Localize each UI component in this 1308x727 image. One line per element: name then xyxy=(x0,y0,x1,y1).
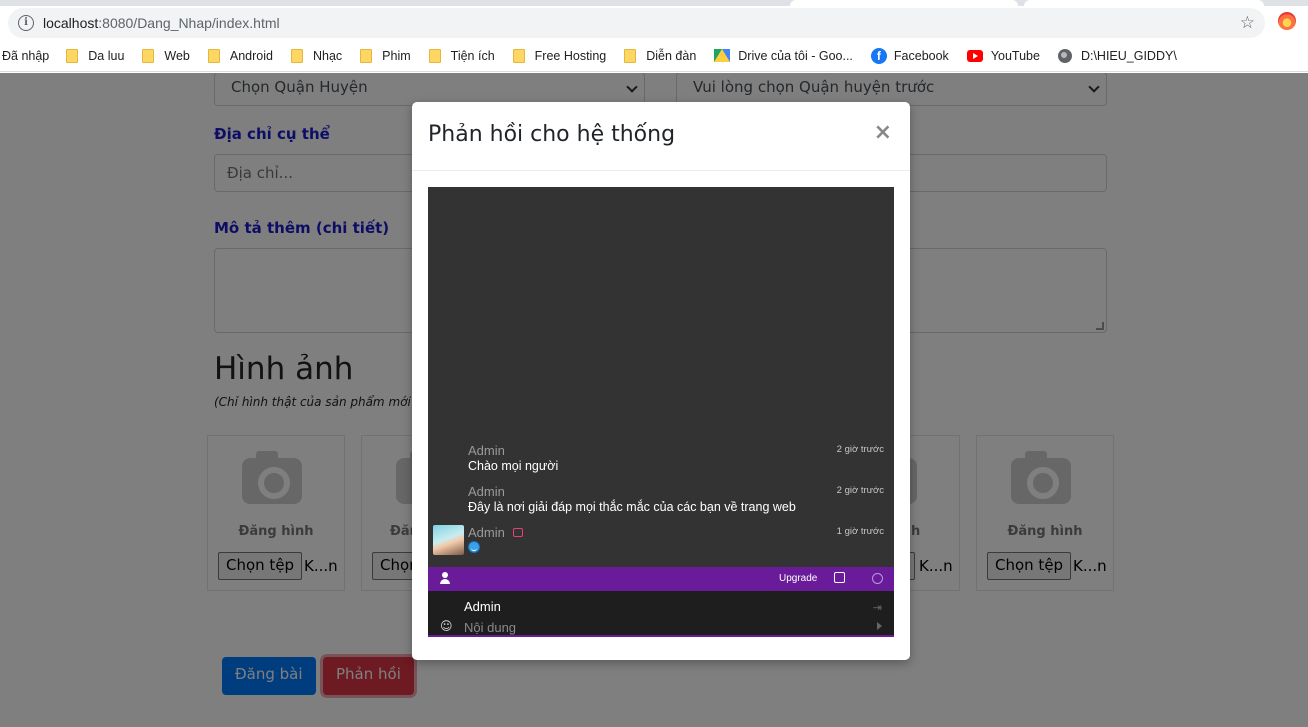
facebook-icon: f xyxy=(870,47,887,64)
bookmark-folder-web[interactable]: Web xyxy=(142,48,190,63)
folder-icon xyxy=(142,48,155,63)
bookmark-folder-nhac[interactable]: Nhạc xyxy=(290,48,343,63)
bookmark-label: Tiện ích xyxy=(450,48,495,63)
bookmark-facebook[interactable]: f Facebook xyxy=(870,47,949,64)
chat-message: Admin Chào mọi người 2 giờ trước xyxy=(468,443,884,473)
message-text: Chào mọi người xyxy=(468,459,559,473)
share-icon[interactable] xyxy=(512,528,523,537)
chat-toolbar: Upgrade xyxy=(428,567,894,591)
user-icon[interactable] xyxy=(440,572,450,584)
bookmark-imported[interactable]: Đã nhập xyxy=(2,49,49,63)
bookmark-label: Nhạc xyxy=(312,48,343,63)
send-icon[interactable] xyxy=(877,622,882,630)
chat-compose: Admin ⇥ ☺ Nội dung xyxy=(428,591,894,637)
modal-title: Phản hồi cho hệ thống xyxy=(428,122,676,147)
message-input[interactable]: Nội dung xyxy=(464,620,516,635)
bookmark-local-folder[interactable]: D:\HIEU_GIDDY\ xyxy=(1057,48,1177,63)
extension-icon[interactable] xyxy=(1278,12,1296,30)
bookmark-label: Facebook xyxy=(893,48,949,63)
bookmark-folder-da-luu[interactable]: Da luu xyxy=(66,48,125,63)
bookmark-label: Free Hosting xyxy=(534,48,607,63)
current-user-name[interactable]: Admin xyxy=(464,599,501,614)
emoji-icon[interactable]: ☺ xyxy=(440,619,453,633)
upgrade-link[interactable]: Upgrade xyxy=(779,573,817,584)
bookmark-star-icon[interactable]: ☆ xyxy=(1240,13,1255,33)
folder-icon xyxy=(66,48,79,63)
message-author: Admin xyxy=(468,443,505,458)
message-time: 2 giờ trước xyxy=(836,444,884,455)
bookmark-google-drive[interactable]: Drive của tôi - Goo... xyxy=(714,49,853,63)
smiley-emoji-icon xyxy=(468,541,480,553)
status-circle-icon xyxy=(872,573,883,584)
bookmark-label: Da luu xyxy=(88,48,125,63)
modal-header: Phản hồi cho hệ thống × xyxy=(412,102,910,171)
url-text[interactable]: localhost:8080/Dang_Nhap/index.html xyxy=(43,15,280,31)
bookmark-label: YouTube xyxy=(990,48,1040,63)
message-time: 2 giờ trước xyxy=(836,485,884,496)
globe-icon xyxy=(1057,48,1072,63)
bookmark-label: Diễn đàn xyxy=(646,48,697,63)
folder-icon xyxy=(624,48,637,63)
youtube-icon xyxy=(966,49,983,62)
bookmark-label: Android xyxy=(229,48,273,63)
feedback-modal: Phản hồi cho hệ thống × Admin Chào mọi n… xyxy=(412,102,910,660)
chat-widget: Admin Chào mọi người 2 giờ trước Admin Đ… xyxy=(428,187,894,637)
drive-icon xyxy=(714,49,731,62)
folder-icon xyxy=(512,48,525,63)
message-time: 1 giờ trước xyxy=(836,526,884,537)
sign-in-icon[interactable]: ⇥ xyxy=(873,601,882,614)
url-host: localhost xyxy=(43,15,99,31)
bookmark-folder-tien-ich[interactable]: Tiện ích xyxy=(428,48,495,63)
bookmark-label: Drive của tôi - Goo... xyxy=(738,48,853,63)
toolbar: i localhost:8080/Dang_Nhap/index.html ☆ xyxy=(0,6,1308,40)
message-text xyxy=(468,541,884,556)
bookmark-label: Web xyxy=(164,48,190,63)
external-link-icon[interactable] xyxy=(834,572,845,583)
bookmark-youtube[interactable]: YouTube xyxy=(966,48,1040,63)
folder-icon xyxy=(290,48,303,63)
url-path: :8080/Dang_Nhap/index.html xyxy=(98,15,280,31)
folder-icon xyxy=(360,48,373,63)
address-bar[interactable]: i localhost:8080/Dang_Nhap/index.html ☆ xyxy=(8,8,1265,38)
chat-message: Admin 1 giờ trước xyxy=(468,525,884,556)
bookmark-folder-free-hosting[interactable]: Free Hosting xyxy=(512,48,607,63)
bookmark-folder-phim[interactable]: Phim xyxy=(360,48,411,63)
message-author-row: Admin xyxy=(468,525,884,540)
site-info-icon[interactable]: i xyxy=(18,15,34,31)
message-text: Đây là nơi giải đáp mọi thắc mắc của các… xyxy=(468,500,796,514)
message-author: Admin xyxy=(468,484,505,499)
bookmark-label: Đã nhập xyxy=(2,48,50,63)
close-icon[interactable]: × xyxy=(874,120,892,145)
bookmark-label: Phim xyxy=(382,48,411,63)
bookmark-folder-dien-dan[interactable]: Diễn đàn xyxy=(624,48,697,63)
page-content: Chọn Quận Huyện Vui lòng chọn Quận huyện… xyxy=(0,73,1308,727)
bookmarks-bar: Đã nhập Da luu Web Android Nhạc Phim Tiệ… xyxy=(0,40,1308,72)
bookmark-folder-android[interactable]: Android xyxy=(207,48,273,63)
chat-message: Admin Đây là nơi giải đáp mọi thắc mắc c… xyxy=(468,484,884,514)
folder-icon xyxy=(428,48,441,63)
message-author: Admin xyxy=(468,525,505,540)
bookmark-label: D:\HIEU_GIDDY\ xyxy=(1080,48,1177,63)
avatar[interactable] xyxy=(433,525,464,555)
folder-icon xyxy=(207,48,220,63)
